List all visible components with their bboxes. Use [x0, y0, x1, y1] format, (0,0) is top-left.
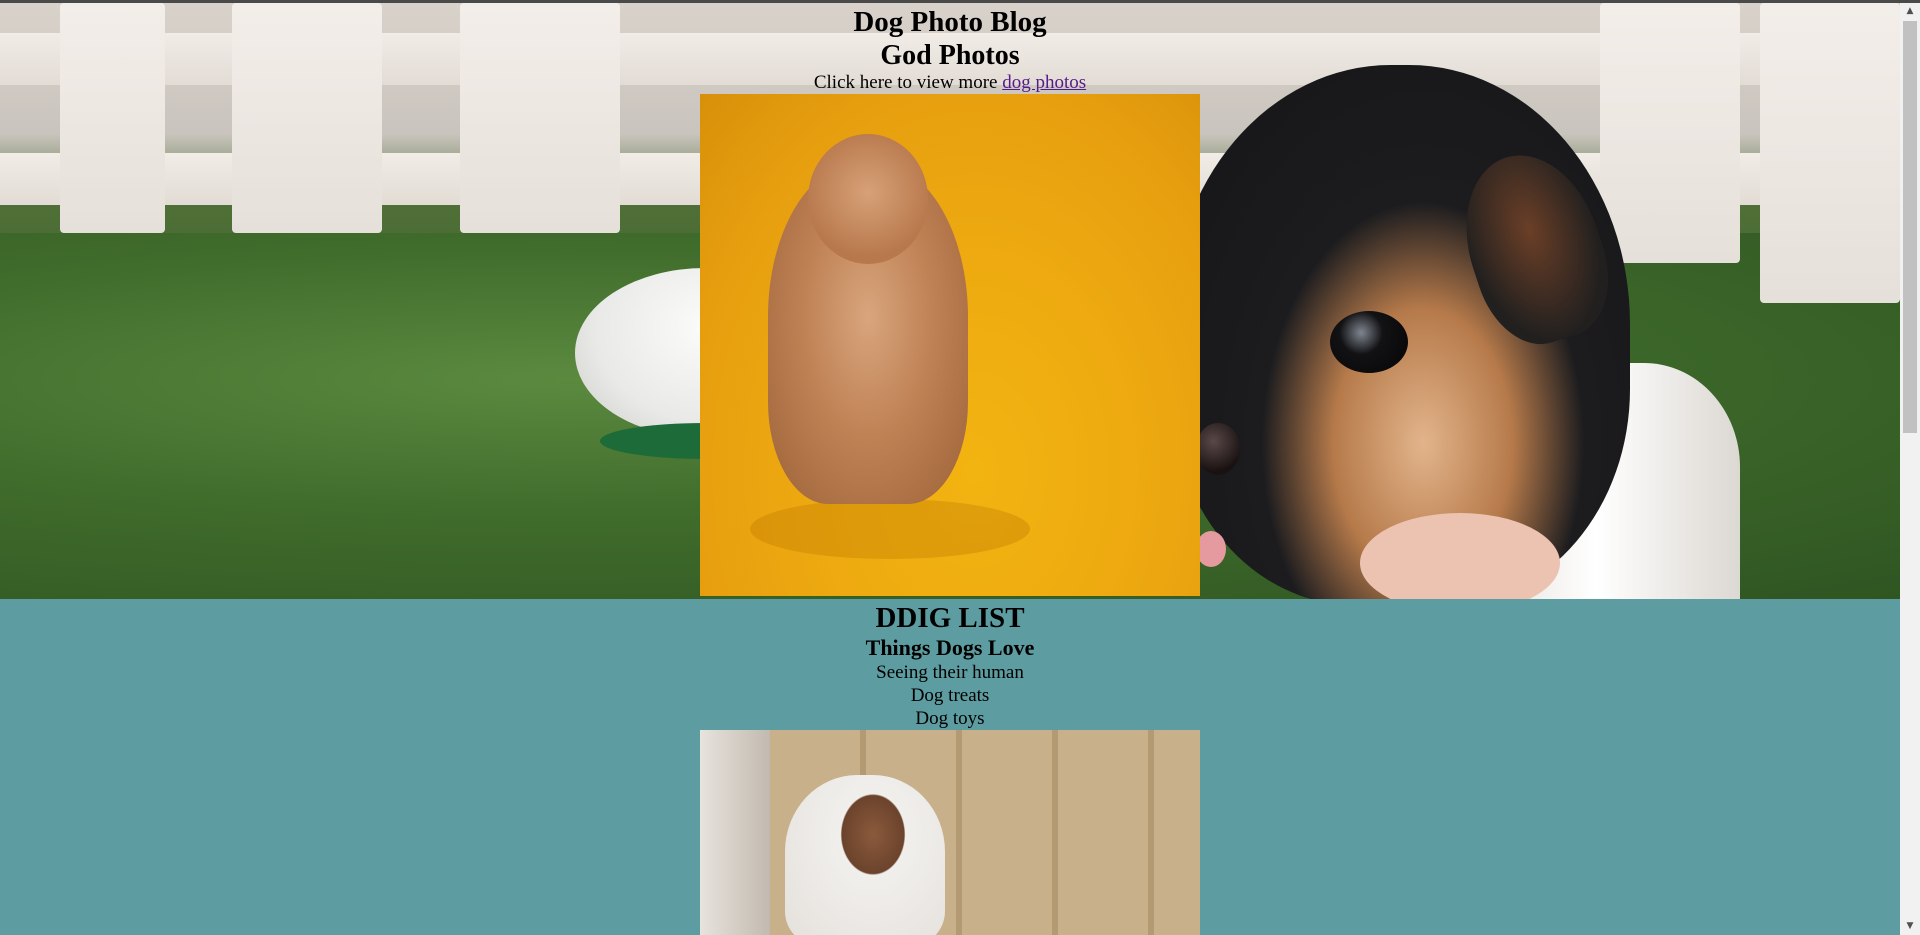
- list-item: Dog toys: [915, 708, 985, 729]
- hero-section: Dog Photo Blog God Photos Click here to …: [0, 3, 1900, 599]
- scroll-up-arrow-icon[interactable]: ▲: [1900, 3, 1920, 20]
- vertical-scrollbar[interactable]: ▲ ▼: [1900, 3, 1920, 935]
- list-title: DDIG LIST: [875, 602, 1025, 634]
- dog-photos-link[interactable]: dog photos: [1002, 72, 1086, 93]
- page-subtitle: God Photos: [880, 40, 1020, 71]
- list-item: Dog treats: [910, 685, 990, 706]
- scroll-down-arrow-icon[interactable]: ▼: [1900, 918, 1920, 935]
- pomeranian-photo: [700, 94, 1200, 596]
- list-subtitle: Things Dogs Love: [865, 635, 1035, 660]
- intro-paragraph: Click here to view more dog photos: [0, 72, 1900, 94]
- woman-with-puppy-photo: [700, 730, 1200, 935]
- list-item: Seeing their human: [876, 662, 1024, 683]
- page: Dog Photo Blog God Photos Click here to …: [0, 3, 1900, 935]
- scrollbar-thumb[interactable]: [1903, 21, 1917, 433]
- page-title: Dog Photo Blog: [853, 6, 1047, 38]
- intro-text: Click here to view more: [813, 72, 1003, 93]
